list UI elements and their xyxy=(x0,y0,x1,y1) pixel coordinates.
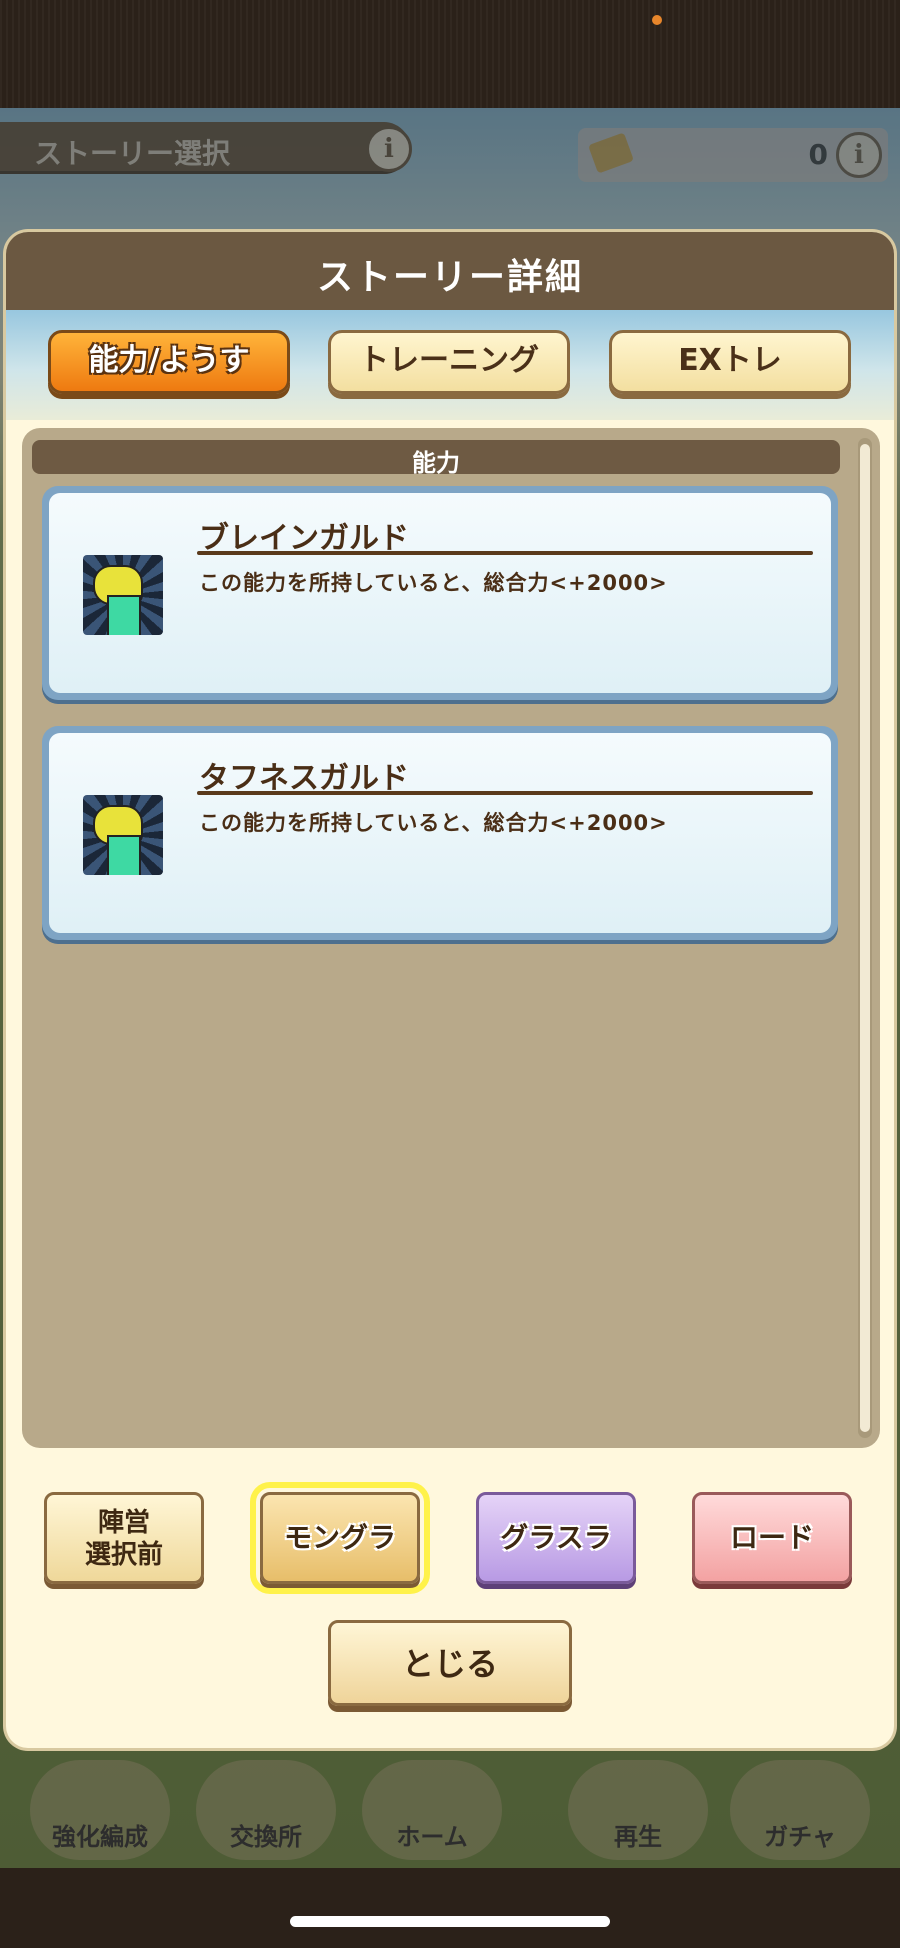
yellow-dragon-icon xyxy=(83,795,163,875)
status-bar xyxy=(0,0,900,108)
home-indicator[interactable] xyxy=(290,1916,610,1927)
story-detail-modal: ストーリー詳細 能力/ようす トレーニング EXトレ 能力 ブレインガルド この… xyxy=(6,232,894,1748)
tab-ex-training[interactable]: EXトレ xyxy=(609,330,851,394)
source-button-gurasura[interactable]: グラスラ xyxy=(476,1492,636,1584)
source-button-road[interactable]: ロード xyxy=(692,1492,852,1584)
ability-card: タフネスガルド この能力を所持していると、総合力<+2000> xyxy=(42,726,838,940)
source-button-line1: 陣営 xyxy=(97,1508,150,1538)
panel-label-text: 能力 xyxy=(412,449,460,477)
close-button[interactable]: とじる xyxy=(328,1620,572,1706)
modal-title: ストーリー詳細 xyxy=(316,257,583,298)
modal-header: ストーリー詳細 xyxy=(6,232,894,310)
status-indicator-dot xyxy=(652,15,662,25)
panel-label: 能力 xyxy=(32,440,840,477)
tab-bar: 能力/ようす トレーニング EXトレ xyxy=(6,310,894,420)
bottom-bar xyxy=(0,1868,900,1948)
ability-panel[interactable]: 能力 ブレインガルド この能力を所持していると、総合力<+2000> タフネスガ… xyxy=(22,428,880,1448)
divider xyxy=(197,791,813,795)
source-button-faction[interactable]: 陣営 選択前 xyxy=(44,1492,204,1584)
source-button-label: ロード xyxy=(729,1521,814,1554)
scrollbar[interactable] xyxy=(858,438,872,1438)
ability-description: この能力を所持していると、総合力<+2000> xyxy=(199,811,668,835)
source-button-label: グラスラ xyxy=(500,1521,612,1554)
source-button-mongura[interactable]: モングラ xyxy=(250,1482,430,1594)
tab-ability[interactable]: 能力/ようす xyxy=(48,330,290,394)
source-button-line2: 選択前 xyxy=(84,1540,163,1570)
tab-training[interactable]: トレーニング xyxy=(328,330,570,394)
scroll-thumb[interactable] xyxy=(860,444,870,1432)
source-button-label: モングラ xyxy=(283,1521,396,1554)
ability-description: この能力を所持していると、総合力<+2000> xyxy=(199,571,668,595)
divider xyxy=(197,551,813,555)
ability-card: ブレインガルド この能力を所持していると、総合力<+2000> xyxy=(42,486,838,700)
yellow-dragon-icon xyxy=(83,555,163,635)
